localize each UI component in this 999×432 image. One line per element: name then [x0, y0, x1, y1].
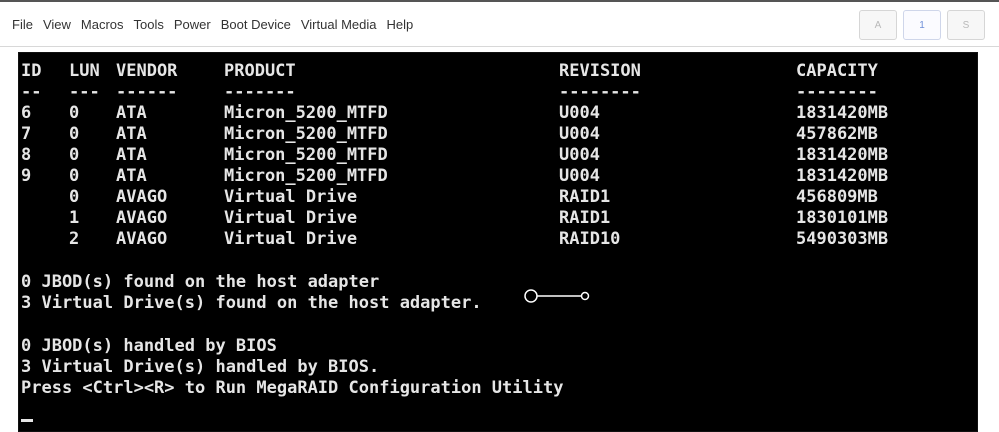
cell-revision: RAID10: [559, 229, 621, 249]
divider-revision: --------: [559, 82, 641, 102]
jbod-found-message: 0 JBOD(s) found on the host adapter: [21, 272, 380, 292]
num-lock-indicator[interactable]: 1: [903, 10, 941, 40]
header-lun: LUN: [69, 61, 100, 81]
cell-product: Virtual Drive: [224, 208, 358, 228]
cell-revision: U004: [559, 145, 600, 165]
cell-lun: 0: [69, 124, 80, 144]
remote-console-screen[interactable]: ID LUN VENDOR PRODUCT REVISION CAPACITY …: [18, 52, 978, 432]
cell-capacity: 1830101MB: [796, 208, 889, 228]
menu-virtual-media[interactable]: Virtual Media: [301, 17, 377, 32]
text-cursor: [21, 419, 33, 422]
header-id: ID: [21, 61, 42, 81]
divider-capacity: --------: [796, 82, 878, 102]
jbod-handled-message: 0 JBOD(s) handled by BIOS: [21, 336, 277, 356]
cell-vendor: AVAGO: [116, 187, 168, 207]
cell-lun: 0: [69, 103, 80, 123]
menu-boot-device[interactable]: Boot Device: [221, 17, 291, 32]
divider-id: --: [21, 82, 42, 102]
mouse-pointer-icon: [524, 289, 590, 303]
menu-tools[interactable]: Tools: [134, 17, 164, 32]
table-row: 9 0 ATA Micron_5200_MTFD U004 1831420MB: [19, 166, 977, 187]
cell-revision: U004: [559, 124, 600, 144]
virtual-drives-handled-message: 3 Virtual Drive(s) handled by BIOS.: [21, 357, 380, 377]
cell-id: 8: [21, 145, 32, 165]
menu-bar: File View Macros Tools Power Boot Device…: [0, 2, 999, 47]
cell-product: Virtual Drive: [224, 229, 358, 249]
divider-product: -------: [224, 82, 296, 102]
cell-product: Micron_5200_MTFD: [224, 103, 388, 123]
cell-capacity: 5490303MB: [796, 229, 889, 249]
cell-product: Virtual Drive: [224, 187, 358, 207]
cell-lun: 1: [69, 208, 80, 228]
cell-capacity: 457862MB: [796, 124, 878, 144]
cell-vendor: ATA: [116, 103, 147, 123]
table-row: 1 AVAGO Virtual Drive RAID1 1830101MB: [19, 208, 977, 229]
caps-lock-indicator[interactable]: A: [859, 10, 897, 40]
table-header-row: ID LUN VENDOR PRODUCT REVISION CAPACITY: [19, 61, 977, 82]
ctrl-r-prompt-message: Press <Ctrl><R> to Run MegaRAID Configur…: [21, 378, 564, 398]
cell-product: Micron_5200_MTFD: [224, 145, 388, 165]
table-row: 7 0 ATA Micron_5200_MTFD U004 457862MB: [19, 124, 977, 145]
cell-lun: 2: [69, 229, 80, 249]
divider-vendor: ------: [116, 82, 178, 102]
cell-lun: 0: [69, 166, 80, 186]
keyboard-lock-indicators: A 1 S: [859, 10, 985, 40]
menu-file[interactable]: File: [12, 17, 33, 32]
menu-items: File View Macros Tools Power Boot Device…: [12, 2, 423, 46]
cell-vendor: AVAGO: [116, 208, 168, 228]
cell-product: Micron_5200_MTFD: [224, 166, 388, 186]
cell-product: Micron_5200_MTFD: [224, 124, 388, 144]
cell-vendor: AVAGO: [116, 229, 168, 249]
cell-revision: U004: [559, 103, 600, 123]
cell-vendor: ATA: [116, 145, 147, 165]
console-area: ID LUN VENDOR PRODUCT REVISION CAPACITY …: [0, 47, 999, 432]
header-revision: REVISION: [559, 61, 641, 81]
cell-lun: 0: [69, 187, 80, 207]
virtual-drives-found-message: 3 Virtual Drive(s) found on the host ada…: [21, 293, 482, 313]
table-row: 2 AVAGO Virtual Drive RAID10 5490303MB: [19, 229, 977, 250]
cell-capacity: 456809MB: [796, 187, 878, 207]
menu-power[interactable]: Power: [174, 17, 211, 32]
menu-macros[interactable]: Macros: [81, 17, 124, 32]
divider-lun: ---: [69, 82, 100, 102]
cell-lun: 0: [69, 145, 80, 165]
cell-vendor: ATA: [116, 166, 147, 186]
menu-help[interactable]: Help: [386, 17, 413, 32]
cell-capacity: 1831420MB: [796, 103, 889, 123]
header-capacity: CAPACITY: [796, 61, 878, 81]
cell-vendor: ATA: [116, 124, 147, 144]
cell-capacity: 1831420MB: [796, 166, 889, 186]
table-row: 6 0 ATA Micron_5200_MTFD U004 1831420MB: [19, 103, 977, 124]
cell-id: 9: [21, 166, 32, 186]
scroll-lock-indicator[interactable]: S: [947, 10, 985, 40]
table-divider-row: -- --- ------ ------- -------- --------: [19, 82, 977, 103]
cell-id: 7: [21, 124, 32, 144]
cell-revision: U004: [559, 166, 600, 186]
table-row: 8 0 ATA Micron_5200_MTFD U004 1831420MB: [19, 145, 977, 166]
menu-view[interactable]: View: [43, 17, 71, 32]
header-vendor: VENDOR: [116, 61, 178, 81]
header-product: PRODUCT: [224, 61, 296, 81]
cell-id: 6: [21, 103, 32, 123]
cell-capacity: 1831420MB: [796, 145, 889, 165]
cell-revision: RAID1: [559, 208, 611, 228]
table-row: 0 AVAGO Virtual Drive RAID1 456809MB: [19, 187, 977, 208]
cell-revision: RAID1: [559, 187, 611, 207]
